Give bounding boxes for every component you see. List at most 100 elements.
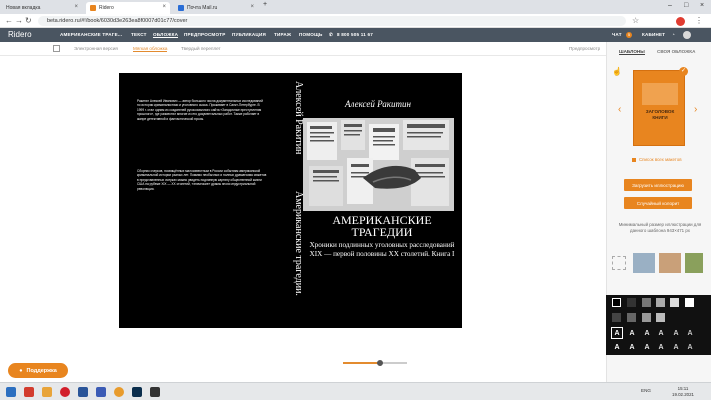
- back-icon[interactable]: ←: [5, 16, 13, 25]
- window-close-icon[interactable]: ×: [700, 2, 704, 9]
- language-indicator[interactable]: ENG: [641, 388, 651, 393]
- photoshop-icon[interactable]: [132, 387, 142, 397]
- hand-pointer-icon: ☝: [612, 67, 622, 76]
- tab-hardcover[interactable]: Твердый переплет: [181, 46, 221, 51]
- text-style-light[interactable]: A: [626, 327, 638, 339]
- text-style-white-2[interactable]: A: [611, 341, 623, 353]
- chrome-icon[interactable]: [114, 387, 124, 397]
- swatch-dark[interactable]: [627, 298, 636, 307]
- check-icon: ✓: [679, 67, 688, 76]
- text-style-white[interactable]: A: [611, 327, 623, 339]
- swatch-ash[interactable]: [642, 313, 651, 322]
- menu-publication[interactable]: ПУБЛИКАЦИЯ: [232, 32, 266, 37]
- text-style-gray[interactable]: A: [670, 327, 682, 339]
- windows-taskbar: ENG 15:11 19.02.2021: [0, 382, 711, 400]
- text-style-pale-2[interactable]: A: [641, 341, 653, 353]
- ridero-favicon-icon: [90, 5, 96, 11]
- close-icon[interactable]: ×: [162, 4, 166, 10]
- newspaper-collage-image: [303, 118, 454, 211]
- template-title: ЗАГОЛОВОК КНИГИ: [645, 109, 675, 120]
- tab-mail[interactable]: Почта Mail.ru ×: [174, 2, 258, 14]
- menu-text[interactable]: ТЕКСТ: [131, 32, 147, 37]
- word-icon[interactable]: [78, 387, 88, 397]
- text-style-silver-2[interactable]: A: [655, 341, 667, 353]
- bell-icon[interactable]: ◔: [672, 32, 675, 37]
- tab-ridero[interactable]: Ridero ×: [86, 2, 170, 14]
- all-templates-link[interactable]: Список всех макетов: [639, 157, 682, 162]
- menu-cover[interactable]: ОБЛОЖКА: [153, 32, 179, 38]
- support-button[interactable]: ● Поддержка: [8, 363, 68, 378]
- no-image-icon[interactable]: [612, 256, 626, 270]
- zoom-slider[interactable]: [343, 360, 407, 366]
- support-phone[interactable]: 8 800 505 11 67: [337, 32, 373, 37]
- swatch-white[interactable]: [685, 298, 694, 307]
- zoom-slider-handle[interactable]: [377, 360, 383, 366]
- maximize-icon[interactable]: □: [684, 2, 688, 9]
- clock[interactable]: 15:11 19.02.2021: [672, 386, 694, 398]
- chat-badge: 5: [626, 32, 632, 38]
- start-icon[interactable]: [6, 387, 16, 397]
- text-style-dim-2[interactable]: A: [684, 341, 696, 353]
- cabinet-link[interactable]: КАБИНЕТ: [642, 32, 665, 37]
- cover-author: Алексей Ракитин: [345, 99, 411, 109]
- prev-template-icon[interactable]: ‹: [618, 104, 621, 115]
- app-icon-3[interactable]: [150, 387, 160, 397]
- profile-icon[interactable]: [676, 17, 685, 26]
- tab-own-cover[interactable]: СВОЯ ОБЛОЖКА: [657, 49, 695, 54]
- tab-new[interactable]: Новая вкладка ×: [2, 2, 82, 14]
- text-style-silver[interactable]: A: [655, 327, 667, 339]
- chat-bubble-icon: ●: [19, 367, 23, 374]
- avatar[interactable]: [683, 31, 691, 39]
- chat-link[interactable]: ЧАТ: [612, 32, 622, 37]
- menu-help[interactable]: ПОМОЩЬ: [299, 32, 322, 37]
- template-image: [642, 83, 678, 105]
- upload-illustration-button[interactable]: Загрузить иллюстрацию: [624, 179, 692, 191]
- tab-softcover[interactable]: Мягкая обложка: [133, 46, 168, 52]
- min-size-note: Минимальный размер иллюстрации для данно…: [618, 222, 702, 233]
- tab-ebook[interactable]: Электронная версия: [74, 46, 118, 51]
- text-style-pale[interactable]: A: [641, 327, 653, 339]
- close-icon[interactable]: ×: [250, 4, 254, 10]
- tab-templates[interactable]: ШАБЛОНЫ: [619, 49, 645, 55]
- reload-icon[interactable]: ↻: [25, 16, 32, 25]
- swatch-light-gray[interactable]: [656, 298, 665, 307]
- app-header: Ridero АМЕРИКАНСКИЕ ТРАГЕ... ТЕКСТ ОБЛОЖ…: [0, 28, 711, 42]
- cover-title: АМЕРИКАНСКИЕ ТРАГЕДИИ: [332, 213, 432, 239]
- illustration-slot-2[interactable]: [659, 253, 681, 273]
- url-input[interactable]: beta.ridero.ru/#!/book/6030d3e263ea8f000…: [38, 16, 626, 26]
- mail-favicon-icon: [178, 5, 184, 11]
- swatch-charcoal[interactable]: [612, 313, 621, 322]
- calendar-icon[interactable]: [53, 45, 60, 52]
- minimize-icon[interactable]: –: [668, 2, 672, 9]
- new-tab-icon[interactable]: +: [263, 1, 267, 8]
- app-icon-1[interactable]: [24, 387, 34, 397]
- illustration-slot-1[interactable]: [633, 253, 655, 273]
- text-style-light-2[interactable]: A: [626, 341, 638, 353]
- star-icon[interactable]: ☆: [632, 16, 639, 25]
- illustration-slot-3[interactable]: [685, 253, 703, 273]
- cover-subtitle: Хроники подлинных уголовных расследовани…: [309, 241, 455, 258]
- opera-icon[interactable]: [60, 387, 70, 397]
- swatch-gray[interactable]: [642, 298, 651, 307]
- close-icon[interactable]: ×: [74, 4, 78, 10]
- explorer-icon[interactable]: [42, 387, 52, 397]
- preview-link[interactable]: Предпросмотр: [569, 46, 600, 51]
- phone-icon: ✆: [329, 32, 334, 37]
- swatch-black[interactable]: [612, 298, 621, 307]
- swatch-slate[interactable]: [627, 313, 636, 322]
- ridero-logo[interactable]: Ridero: [8, 30, 32, 39]
- random-colors-button[interactable]: Случайный колорит: [624, 197, 692, 209]
- zoom-slider-fill: [343, 362, 380, 364]
- menu-book-title[interactable]: АМЕРИКАНСКИЕ ТРАГЕ...: [60, 32, 122, 37]
- swatch-mist[interactable]: [656, 313, 665, 322]
- browser-menu-icon[interactable]: ⋮: [695, 16, 703, 25]
- next-template-icon[interactable]: ›: [694, 104, 697, 115]
- menu-print[interactable]: ТИРАЖ: [274, 32, 291, 37]
- text-style-gray-2[interactable]: A: [670, 341, 682, 353]
- template-thumbnail[interactable]: ЗАГОЛОВОК КНИГИ: [633, 70, 685, 146]
- forward-icon[interactable]: →: [15, 16, 23, 25]
- app-icon-2[interactable]: [96, 387, 106, 397]
- text-style-dim[interactable]: A: [684, 327, 696, 339]
- menu-preview[interactable]: ПРЕДПРОСМОТР: [184, 32, 226, 37]
- swatch-silver[interactable]: [670, 298, 679, 307]
